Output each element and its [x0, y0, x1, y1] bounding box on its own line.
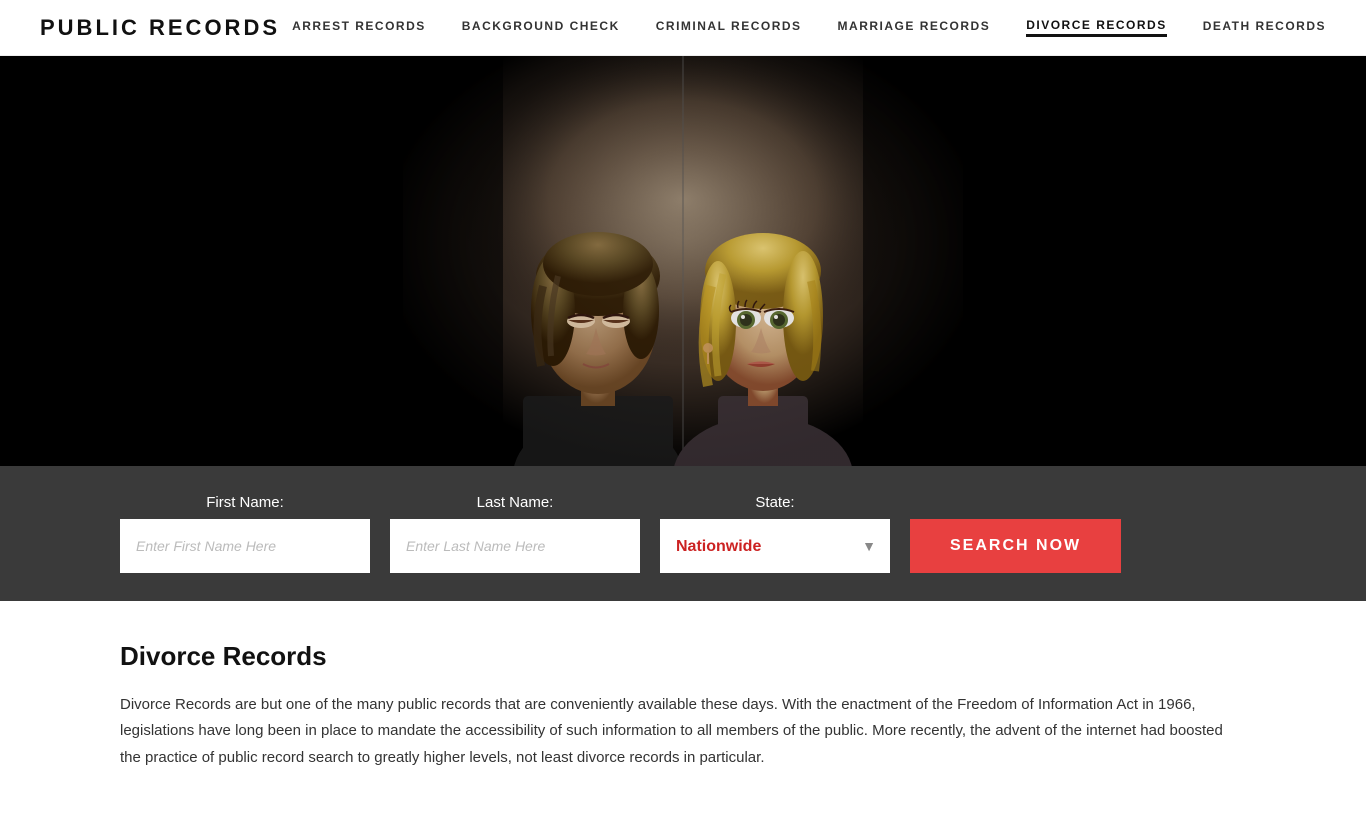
- nav-divorce-records[interactable]: DIVORCE RECORDS: [1026, 18, 1167, 37]
- hero-section: [0, 56, 1366, 466]
- site-logo[interactable]: PUBLIC RECORDS: [40, 15, 280, 41]
- search-now-button[interactable]: SEARCH NOW: [910, 519, 1121, 573]
- nav-marriage-records[interactable]: MARRIAGE RECORDS: [838, 19, 991, 37]
- first-name-label: First Name:: [120, 494, 370, 511]
- state-select-wrapper: Nationwide Alabama Alaska Arizona Califo…: [660, 519, 890, 573]
- last-name-input[interactable]: [390, 519, 640, 573]
- main-nav: ARREST RECORDS BACKGROUND CHECK CRIMINAL…: [292, 18, 1326, 37]
- nav-arrest-records[interactable]: ARREST RECORDS: [292, 19, 426, 37]
- content-title: Divorce Records: [120, 641, 1246, 672]
- content-paragraph-1: Divorce Records are but one of the many …: [120, 692, 1246, 771]
- search-section: First Name: Last Name: State: Nationwide…: [0, 466, 1366, 601]
- state-field: State: Nationwide Alabama Alaska Arizona…: [660, 494, 890, 573]
- state-label: State:: [660, 494, 890, 511]
- main-content: Divorce Records Divorce Records are but …: [0, 601, 1366, 829]
- first-name-input[interactable]: [120, 519, 370, 573]
- first-name-field: First Name:: [120, 494, 370, 573]
- last-name-field: Last Name:: [390, 494, 640, 573]
- nav-background-check[interactable]: BACKGROUND CHECK: [462, 19, 620, 37]
- site-header: PUBLIC RECORDS ARREST RECORDS BACKGROUND…: [0, 0, 1366, 56]
- hero-image: [403, 56, 963, 466]
- state-select[interactable]: Nationwide Alabama Alaska Arizona Califo…: [660, 519, 890, 573]
- nav-death-records[interactable]: DEATH RECORDS: [1203, 19, 1326, 37]
- last-name-label: Last Name:: [390, 494, 640, 511]
- nav-criminal-records[interactable]: CRIMINAL RECORDS: [656, 19, 802, 37]
